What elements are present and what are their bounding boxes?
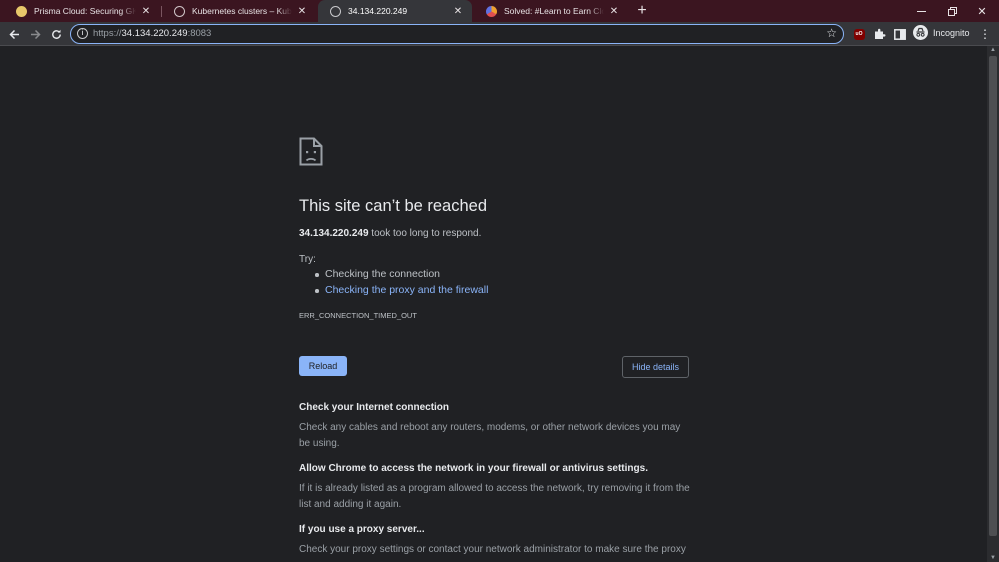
forward-button[interactable] xyxy=(26,25,44,43)
close-icon: ✕ xyxy=(977,5,987,18)
tab-title: 34.134.220.249 xyxy=(348,6,408,16)
close-tab-icon[interactable]: ✕ xyxy=(608,6,620,17)
browser-menu-button[interactable]: ⋮ xyxy=(979,25,991,43)
arrow-right-icon xyxy=(30,29,41,39)
puzzle-icon xyxy=(875,28,886,39)
scroll-down-icon[interactable]: ▼ xyxy=(989,555,997,561)
side-panel-icon xyxy=(894,28,906,40)
url-host: 34.134.220.249 xyxy=(121,28,188,39)
address-bar[interactable]: i https://34.134.220.249:8083 ☆ xyxy=(70,24,844,44)
url-port: :8083 xyxy=(187,28,212,39)
minimize-icon xyxy=(916,10,926,12)
error-message-text: took too long to respond. xyxy=(371,228,482,239)
details-heading: Allow Chrome to access the network in yo… xyxy=(299,463,648,474)
scroll-up-icon[interactable]: ▲ xyxy=(989,47,997,53)
tab-title: Prisma Cloud: Securing GKE Run xyxy=(34,6,136,16)
minimize-button[interactable] xyxy=(906,0,936,22)
tab-solved-learn[interactable]: Solved: #Learn to Earn Cloud Se ✕ xyxy=(474,0,628,22)
url-text[interactable]: https://34.134.220.249:8083 xyxy=(93,28,211,39)
close-window-button[interactable]: ✕ xyxy=(967,0,997,22)
error-host: 34.134.220.249 xyxy=(299,228,369,239)
bookmark-star-icon[interactable]: ☆ xyxy=(826,26,837,40)
close-tab-icon[interactable]: ✕ xyxy=(296,6,308,17)
ublock-icon: uO xyxy=(853,28,865,40)
url-scheme: https:// xyxy=(93,28,122,39)
error-code: ERR_CONNECTION_TIMED_OUT xyxy=(299,311,417,320)
details-heading: Check your Internet connection xyxy=(299,402,450,413)
sad-page-icon xyxy=(299,137,323,166)
tab-active-site[interactable]: 34.134.220.249 ✕ xyxy=(318,0,472,22)
suggestion-check-proxy-link[interactable]: Checking the proxy and the firewall xyxy=(312,284,488,300)
error-details: Check your Internet connection Check any… xyxy=(299,402,691,562)
arrow-left-icon xyxy=(8,29,19,39)
globe-icon xyxy=(330,5,341,17)
page-scrollbar[interactable]: ▲ ▼ xyxy=(987,46,999,562)
close-tab-icon[interactable]: ✕ xyxy=(140,6,152,17)
tab-kubernetes-clusters[interactable]: Kubernetes clusters – Kubernetes ✕ xyxy=(162,0,316,22)
reload-page-button[interactable] xyxy=(47,25,65,43)
incognito-profile-button[interactable]: Incognito xyxy=(913,25,970,40)
reload-icon xyxy=(51,29,61,39)
restore-button[interactable] xyxy=(937,0,967,22)
details-body: Check any cables and reboot any routers,… xyxy=(299,422,681,449)
browser-toolbar: i https://34.134.220.249:8083 ☆ uO Incog… xyxy=(0,22,999,46)
tab-title: Solved: #Learn to Earn Cloud Se xyxy=(504,6,604,16)
details-heading: If you use a proxy server... xyxy=(299,524,425,535)
tab-strip: Prisma Cloud: Securing GKE Run ✕ Kuberne… xyxy=(0,0,999,22)
reload-button[interactable]: Reload xyxy=(299,356,347,376)
profile-label: Incognito xyxy=(933,27,970,38)
new-tab-button[interactable]: + xyxy=(635,1,649,21)
prisma-cloud-favicon-icon xyxy=(16,5,27,17)
restore-icon xyxy=(947,6,957,16)
error-message: 34.134.220.249 took too long to respond. xyxy=(299,228,481,239)
back-button[interactable] xyxy=(5,25,23,43)
suggestion-list: Checking the connection Checking the pro… xyxy=(312,268,488,300)
try-label: Try: xyxy=(299,254,316,265)
globe-icon xyxy=(174,5,185,17)
details-body: Check your proxy settings or contact you… xyxy=(299,544,686,555)
hide-details-button[interactable]: Hide details xyxy=(622,356,689,378)
close-tab-icon[interactable]: ✕ xyxy=(452,6,464,17)
tab-prisma-cloud[interactable]: Prisma Cloud: Securing GKE Run ✕ xyxy=(4,0,160,22)
site-info-icon[interactable]: i xyxy=(77,28,88,39)
kebab-menu-icon: ⋮ xyxy=(979,27,991,41)
tab-title: Kubernetes clusters – Kubernetes xyxy=(192,6,292,16)
suggestion-check-connection: Checking the connection xyxy=(312,268,488,284)
side-panel-button[interactable] xyxy=(892,26,908,42)
extensions-button[interactable] xyxy=(872,26,888,42)
incognito-icon xyxy=(913,25,928,40)
details-body: If it is already listed as a program all… xyxy=(299,483,690,510)
ublock-extension-button[interactable]: uO xyxy=(851,26,867,42)
community-icon xyxy=(486,5,497,17)
scrollbar-thumb[interactable] xyxy=(989,56,997,536)
error-title: This site can’t be reached xyxy=(299,197,488,215)
